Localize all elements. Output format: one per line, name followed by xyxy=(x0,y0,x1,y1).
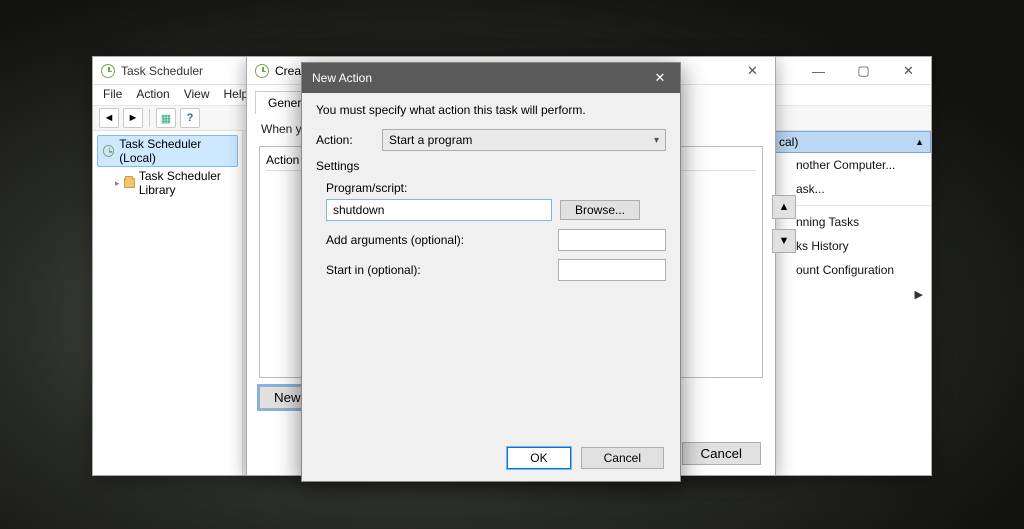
action-dropdown[interactable]: Start a program ▾ xyxy=(382,129,666,151)
action-create-basic-label: ask... xyxy=(796,182,825,196)
action-connect[interactable]: nother Computer... xyxy=(772,153,931,177)
toolbar-action-icon[interactable]: ▦ xyxy=(156,108,176,128)
clock-icon xyxy=(101,64,115,78)
action-running-label: nning Tasks xyxy=(796,215,859,229)
move-up-button[interactable]: ▲ xyxy=(772,195,796,219)
new-action-title: New Action xyxy=(312,71,640,85)
new-action-dialog: New Action ✕ You must specify what actio… xyxy=(301,62,681,482)
collapse-icon[interactable]: ▲ xyxy=(915,137,924,147)
close-button[interactable]: ✕ xyxy=(886,57,931,85)
action-config-label: ount Configuration xyxy=(796,263,894,277)
chevron-down-icon: ▾ xyxy=(654,135,659,146)
back-button[interactable]: ◄ xyxy=(99,108,119,128)
tree-panel: Task Scheduler (Local) ▸ Task Scheduler … xyxy=(93,131,243,475)
toolbar-help-icon[interactable]: ? xyxy=(180,108,200,128)
action-history-label: ks History xyxy=(796,239,849,253)
minimize-button[interactable]: — xyxy=(796,57,841,85)
menu-help[interactable]: Help xyxy=(224,87,249,103)
close-button[interactable]: ✕ xyxy=(640,63,680,93)
actions-panel-header-text: cal) xyxy=(779,135,798,149)
action-dropdown-value: Start a program xyxy=(389,133,472,147)
folder-icon xyxy=(124,178,135,188)
tree-root-label: Task Scheduler (Local) xyxy=(119,137,233,165)
arguments-label: Add arguments (optional): xyxy=(326,233,464,247)
browse-button[interactable]: Browse... xyxy=(560,200,640,220)
tree-root[interactable]: Task Scheduler (Local) xyxy=(97,135,238,167)
tree-library-label: Task Scheduler Library xyxy=(139,169,234,197)
menu-action[interactable]: Action xyxy=(136,87,169,103)
clock-icon xyxy=(103,145,114,157)
maximize-button[interactable]: ▢ xyxy=(841,57,886,85)
startin-label: Start in (optional): xyxy=(326,263,421,277)
settings-label: Settings xyxy=(316,159,666,173)
clock-icon xyxy=(255,64,269,78)
chevron-right-icon: ▶ xyxy=(915,288,923,301)
action-connect-label: nother Computer... xyxy=(796,158,895,172)
close-button[interactable]: ✕ xyxy=(730,57,775,85)
tree-library[interactable]: ▸ Task Scheduler Library xyxy=(97,167,238,199)
new-action-titlebar[interactable]: New Action ✕ xyxy=(302,63,680,93)
menu-file[interactable]: File xyxy=(103,87,122,103)
startin-input[interactable] xyxy=(558,259,666,281)
program-label: Program/script: xyxy=(326,181,666,195)
action-label: Action: xyxy=(316,133,372,147)
menu-view[interactable]: View xyxy=(184,87,210,103)
program-input[interactable] xyxy=(326,199,552,221)
create-task-cancel-button[interactable]: Cancel xyxy=(682,442,762,465)
action-config[interactable]: ount Configuration xyxy=(772,258,931,282)
move-down-button[interactable]: ▼ xyxy=(772,229,796,253)
actions-panel-header: cal) ▲ xyxy=(772,131,931,153)
actions-panel: cal) ▲ nother Computer... ask... nning T… xyxy=(771,131,931,475)
toolbar-separator xyxy=(149,109,150,127)
forward-button[interactable]: ► xyxy=(123,108,143,128)
action-more[interactable]: ▶ xyxy=(772,282,931,298)
instruction-text: You must specify what action this task w… xyxy=(316,103,666,117)
expand-icon[interactable]: ▸ xyxy=(115,178,120,189)
arguments-input[interactable] xyxy=(558,229,666,251)
ok-button[interactable]: OK xyxy=(507,447,570,469)
cancel-button[interactable]: Cancel xyxy=(581,447,664,469)
